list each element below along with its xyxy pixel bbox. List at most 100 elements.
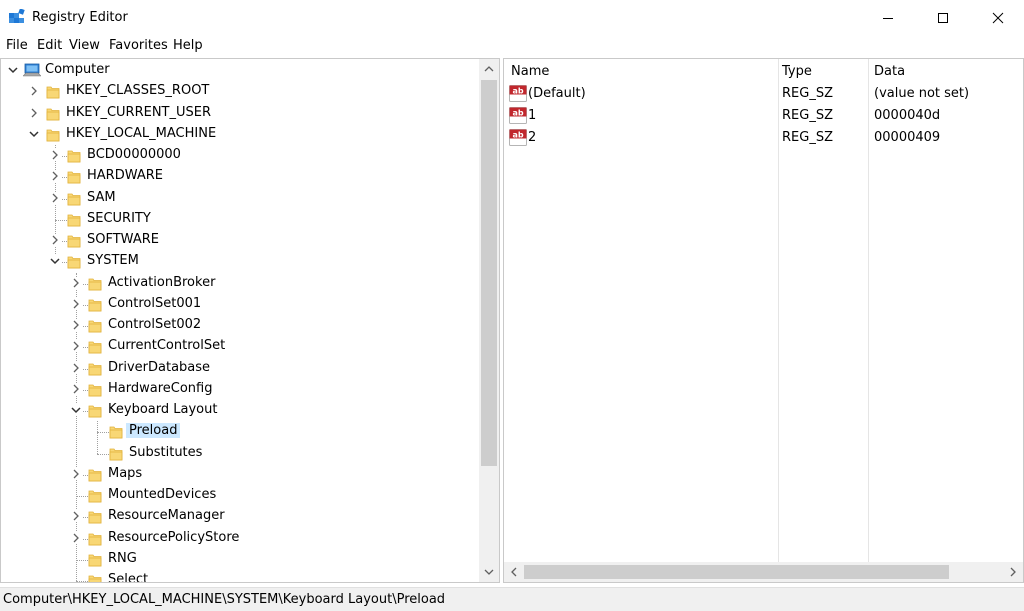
tree-item-currentcontrolset[interactable]: CurrentControlSet xyxy=(1,336,479,357)
chevron-right-icon[interactable] xyxy=(70,319,82,331)
tree-item-hardwareconfig[interactable]: HardwareConfig xyxy=(1,379,479,400)
minimize-icon xyxy=(883,18,893,19)
value-row[interactable]: ab 1 REG_SZ 0000040d xyxy=(504,105,1023,127)
chevron-right-icon[interactable] xyxy=(49,149,61,161)
chevron-right-icon[interactable] xyxy=(70,340,82,353)
window-title: Registry Editor xyxy=(32,10,128,25)
key-tree-pane[interactable]: Computer HKEY_CLASSES_ROOT HKEY_CURRENT_… xyxy=(0,58,500,583)
tree-item-activationbroker[interactable]: ActivationBroker xyxy=(1,273,479,294)
tree-item-security[interactable]: SECURITY xyxy=(1,209,479,230)
chevron-right-icon[interactable] xyxy=(70,361,82,374)
chevron-right-icon[interactable] xyxy=(70,382,82,395)
tree-guide-line xyxy=(97,432,109,434)
menu-favorites[interactable]: Favorites xyxy=(109,38,168,53)
string-value-icon: ab xyxy=(509,129,527,146)
string-value-icon: ab xyxy=(509,85,527,102)
folder-icon xyxy=(46,127,60,142)
value-row[interactable]: ab 2 REG_SZ 00000409 xyxy=(504,127,1023,149)
values-pane[interactable]: Name Type Data ab (Default) REG_SZ (value n… xyxy=(503,58,1024,583)
chevron-right-icon xyxy=(1010,567,1016,577)
chevron-down-icon[interactable] xyxy=(70,404,82,416)
tree-item-label: ControlSet002 xyxy=(108,317,202,332)
folder-icon xyxy=(67,191,81,206)
tree-item-substitutes[interactable]: Substitutes xyxy=(1,443,479,464)
chevron-right-icon[interactable] xyxy=(70,467,82,480)
scroll-up-button[interactable] xyxy=(479,59,499,79)
tree-item-label: SYSTEM xyxy=(87,253,139,269)
tree-item-sam[interactable]: SAM xyxy=(1,188,479,209)
values-horizontal-scrollbar[interactable] xyxy=(504,562,1023,582)
maximize-button[interactable] xyxy=(920,0,966,36)
chevron-down-icon[interactable] xyxy=(28,127,40,140)
tree-item-label: ControlSet001 xyxy=(108,295,202,311)
tree-item-driverdatabase[interactable]: DriverDatabase xyxy=(1,358,479,379)
value-row[interactable]: ab (Default) REG_SZ (value not set) xyxy=(504,83,1023,105)
chevron-down-icon[interactable] xyxy=(49,255,61,268)
tree-item-hkey-classes-root[interactable]: HKEY_CLASSES_ROOT xyxy=(1,81,479,102)
menu-view[interactable]: View xyxy=(69,38,100,53)
tree-item-keyboard-layout[interactable]: Keyboard Layout xyxy=(1,400,479,421)
scroll-down-button[interactable] xyxy=(479,562,499,582)
tree-guide-line xyxy=(76,496,88,497)
chevron-right-icon[interactable] xyxy=(28,106,40,119)
tree-item-software[interactable]: SOFTWARE xyxy=(1,230,479,251)
tree-item-hkey-local-machine[interactable]: HKEY_LOCAL_MACHINE xyxy=(1,124,479,145)
tree-item-label: RNG xyxy=(108,550,137,566)
chevron-right-icon[interactable] xyxy=(70,510,82,523)
tree-item-select[interactable]: Select xyxy=(1,570,479,583)
close-button[interactable] xyxy=(975,0,1021,36)
tree-item-label: HKEY_LOCAL_MACHINE xyxy=(66,125,217,141)
tree-item-resourcemanager[interactable]: ResourceManager xyxy=(1,506,479,527)
tree-item-preload[interactable]: Preload xyxy=(1,421,479,442)
values-scroll-thumb[interactable] xyxy=(524,565,949,579)
chevron-right-icon[interactable] xyxy=(70,531,82,544)
tree-item-label: DriverDatabase xyxy=(108,359,211,375)
tree-item-label: Maps xyxy=(108,465,143,481)
value-data: 00000409 xyxy=(874,130,941,145)
title-bar: Registry Editor xyxy=(0,0,1024,36)
menu-file[interactable]: File xyxy=(6,38,28,53)
tree-item-computer[interactable]: Computer xyxy=(1,60,479,81)
tree-item-system[interactable]: SYSTEM xyxy=(1,251,479,272)
tree-item-hardware[interactable]: HARDWARE xyxy=(1,166,479,187)
tree-item-label: BCD00000000 xyxy=(87,147,181,162)
menu-edit[interactable]: Edit xyxy=(37,38,62,53)
column-header-type[interactable]: Type xyxy=(782,64,812,79)
value-data: 0000040d xyxy=(874,108,941,123)
tree-guide-line xyxy=(55,219,67,221)
folder-icon xyxy=(88,488,102,503)
folder-icon xyxy=(88,361,102,376)
status-bar: Computer\HKEY_LOCAL_MACHINE\SYSTEM\Keybo… xyxy=(0,587,1024,611)
tree-item-label: Preload xyxy=(126,423,181,439)
chevron-right-icon[interactable] xyxy=(70,297,82,310)
column-header-data[interactable]: Data xyxy=(874,64,905,79)
chevron-down-icon[interactable] xyxy=(7,64,19,76)
menu-help[interactable]: Help xyxy=(173,38,203,53)
chevron-left-icon xyxy=(511,567,517,577)
tree-item-rng[interactable]: RNG xyxy=(1,549,479,570)
chevron-right-icon[interactable] xyxy=(28,85,40,98)
registry-editor-icon xyxy=(9,8,25,25)
chevron-right-icon[interactable] xyxy=(49,234,61,246)
tree-item-controlset002[interactable]: ControlSet002 xyxy=(1,315,479,336)
chevron-right-icon[interactable] xyxy=(49,170,61,183)
chevron-down-icon xyxy=(484,569,494,575)
tree-item-resourcepolicystore[interactable]: ResourcePolicyStore xyxy=(1,528,479,549)
tree-item-controlset001[interactable]: ControlSet001 xyxy=(1,294,479,315)
minimize-button[interactable] xyxy=(865,0,911,36)
tree-vertical-scrollbar[interactable] xyxy=(479,59,499,582)
tree-item-mounteddevices[interactable]: MountedDevices xyxy=(1,485,479,506)
column-header-name[interactable]: Name xyxy=(511,64,549,79)
chevron-right-icon[interactable] xyxy=(70,276,82,289)
tree-item-label: HardwareConfig xyxy=(108,380,213,396)
tree-item-bcd00000000[interactable]: BCD00000000 xyxy=(1,145,479,166)
tree-item-hkey-current-user[interactable]: HKEY_CURRENT_USER xyxy=(1,103,479,124)
tree-item-maps[interactable]: Maps xyxy=(1,464,479,485)
tree-item-label: Keyboard Layout xyxy=(108,402,218,417)
chevron-right-icon[interactable] xyxy=(49,191,61,204)
tree-scroll-thumb[interactable] xyxy=(481,80,497,466)
scroll-left-button[interactable] xyxy=(504,562,524,582)
scroll-right-button[interactable] xyxy=(1003,562,1023,582)
tree-item-label: Select xyxy=(108,572,149,583)
folder-icon xyxy=(88,276,102,291)
